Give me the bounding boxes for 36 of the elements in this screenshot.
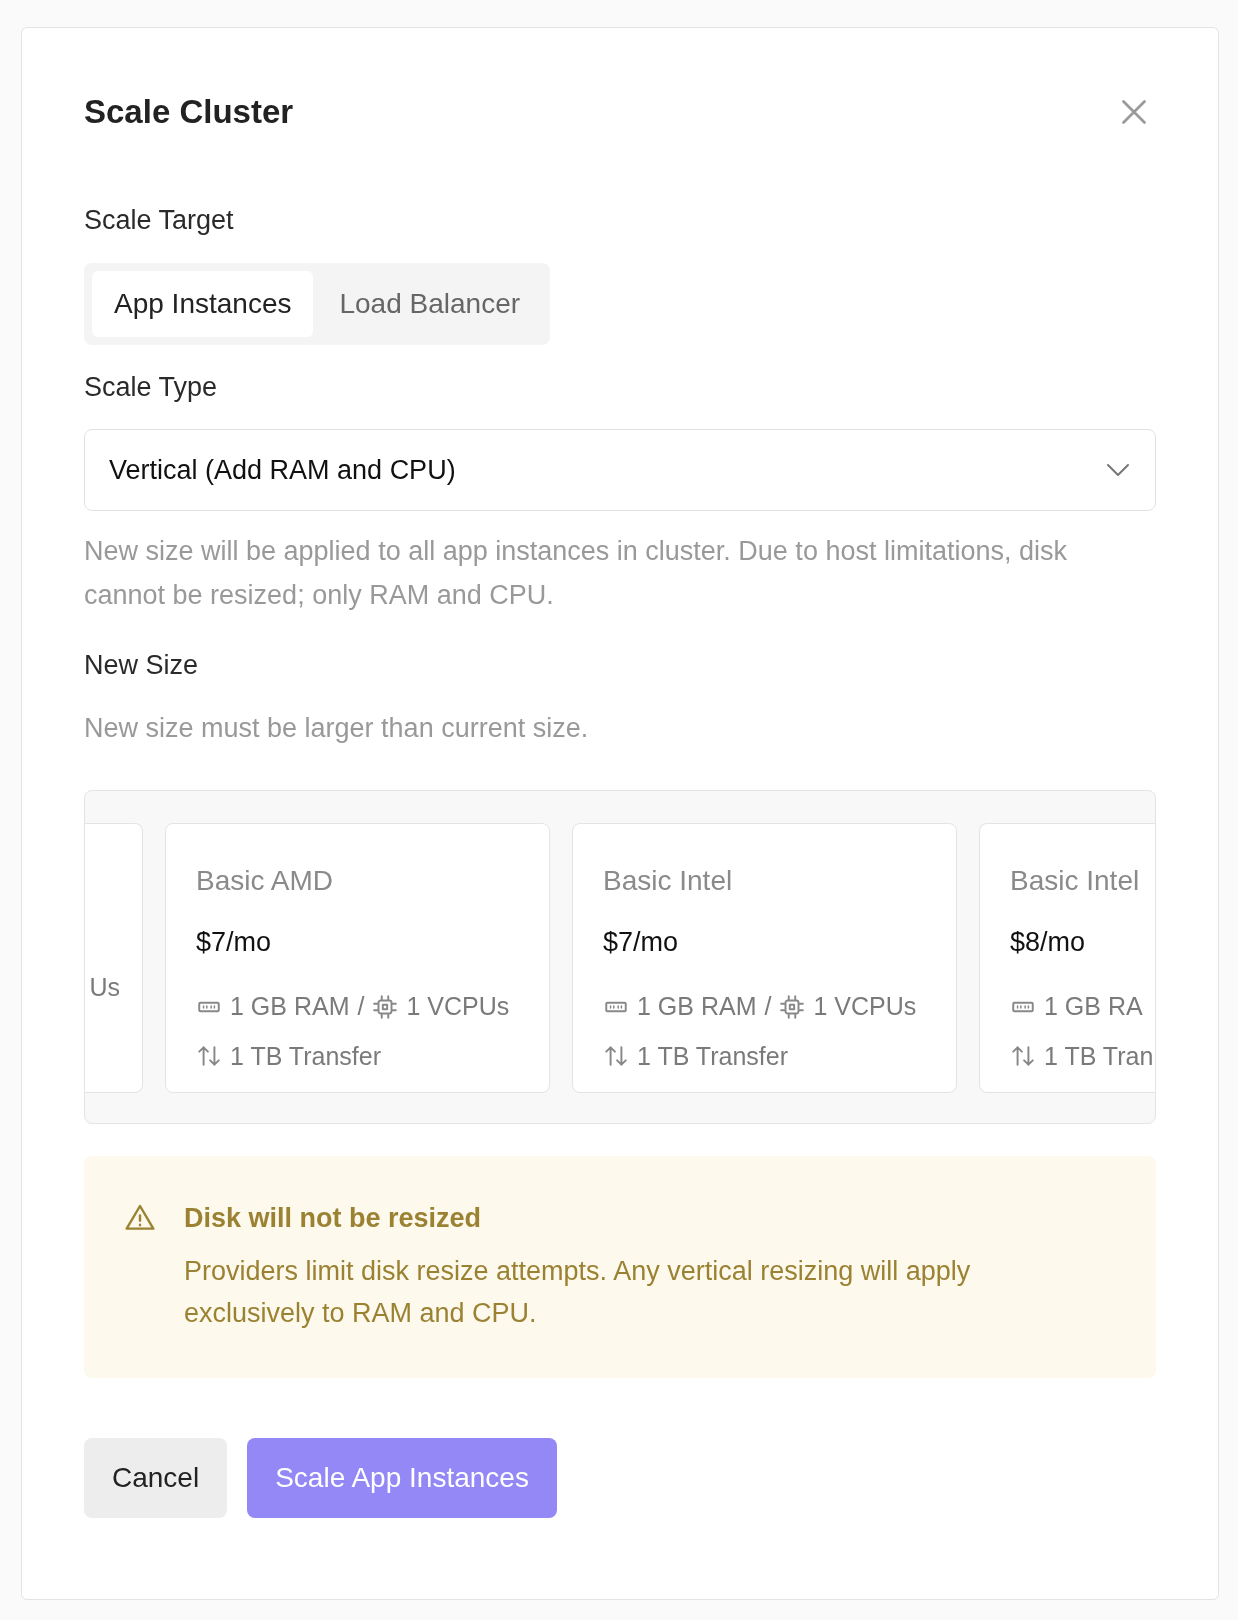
cancel-button[interactable]: Cancel: [84, 1437, 228, 1518]
plan-name: Basic AMD: [196, 863, 334, 898]
field-label: New Size: [84, 649, 200, 682]
dialog-title: Scale Cluster: [84, 92, 294, 132]
plan-card[interactable]: Basic Intel $7/mo 1 GB RAM / 1 VCPUs 1 TB Transfer: [572, 822, 957, 1093]
cpu-icon: [372, 993, 399, 1020]
chevron-down-icon: [1105, 463, 1131, 477]
plan-card[interactable]: Basic AMD $7/mo 1 GB RAM / 1 VCPUs 1 TB Transfer: [165, 822, 550, 1093]
spec-text: 1 GB RA: [1044, 991, 1143, 1022]
cpu-icon: [779, 993, 806, 1020]
separator-text: /: [357, 991, 365, 1022]
field-label: Scale Target: [84, 204, 235, 237]
plan-card[interactable]: Basic Intel $8/mo 1 GB RA 1 TB Tran: [979, 822, 1155, 1093]
spec-text: 1 VCPUs: [406, 991, 510, 1022]
tab[interactable]: Load Balancer: [317, 270, 543, 337]
plan-price: $8/mo: [1010, 925, 1087, 959]
alert-title: Disk will not be resized: [184, 1201, 483, 1235]
spec-text: 1 TB Transfer: [637, 1040, 788, 1072]
spec-text: 1 TB Tran: [1044, 1040, 1154, 1072]
spec-text: 1 TB Transfer: [230, 1040, 381, 1072]
spec-text: 1 VCPUs: [813, 991, 917, 1022]
plan-price: $7/mo: [196, 925, 273, 959]
plan-name: Basic Intel: [603, 863, 734, 898]
separator-text: /: [764, 991, 772, 1022]
spec-text: 1 GB RAM: [637, 991, 757, 1022]
spec-text: Us: [89, 971, 120, 1003]
help-text: New size will be applied to all app instances in cluster. Due to host limitations, disk cannot be resized; only RAM and CPU.: [84, 535, 1068, 612]
plan-price: $7/mo: [603, 925, 680, 959]
plan-name: Basic Intel: [1010, 863, 1141, 898]
alert-text: Providers limit disk resize attempts. Any vertical resizing will apply exclusively to RAM and CPU.: [184, 1255, 972, 1330]
select-field[interactable]: Vertical (Add RAM and CPU): [84, 429, 1156, 511]
help-text: New size must be larger than current size.: [84, 711, 590, 745]
spec-text: 1 GB RAM: [230, 991, 350, 1022]
tab[interactable]: App Instances: [92, 270, 314, 337]
field-label: Scale Type: [84, 370, 219, 404]
plan-card[interactable]: Us: [85, 822, 143, 1093]
